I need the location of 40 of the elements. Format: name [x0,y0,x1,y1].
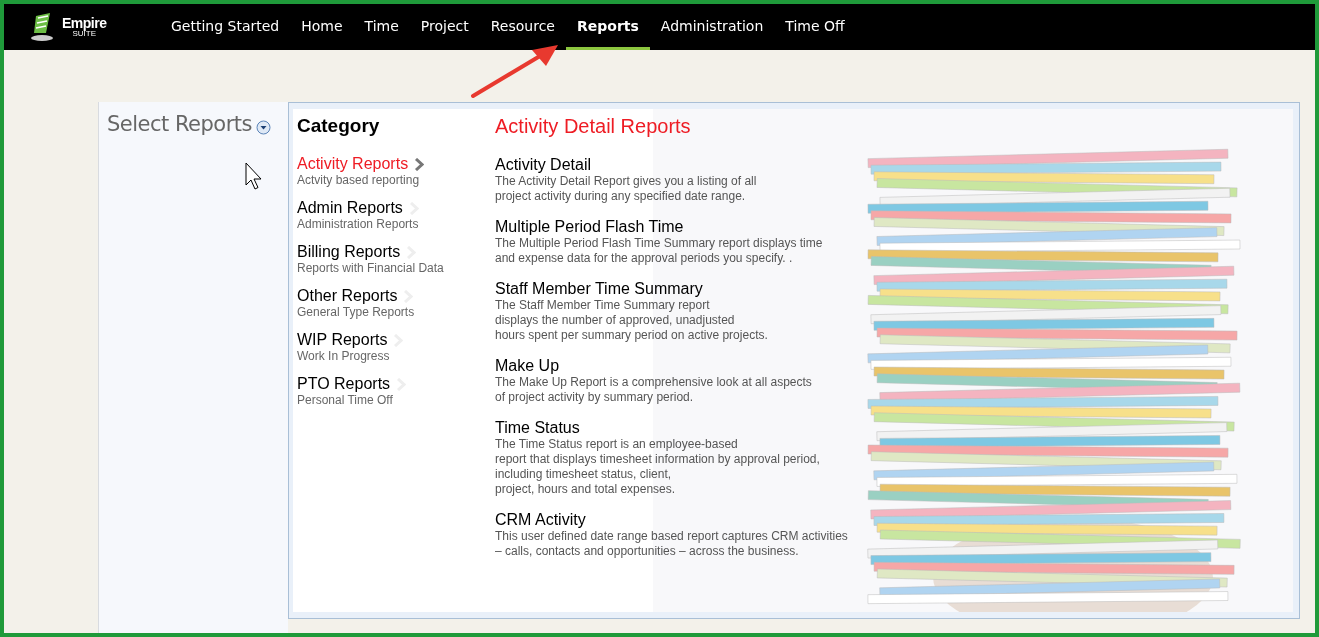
category-link[interactable]: Admin Reports [297,199,403,217]
category-subtitle: General Type Reports [297,305,416,319]
dropdown-icon[interactable] [256,120,271,135]
report-link[interactable]: Staff Member Time Summary [495,280,848,298]
nav-tab[interactable]: Resource [479,4,566,50]
logo-tagline: SUITE [72,30,96,38]
report-description: The Time Status report is an employee-based report that displays timesheet information by approval period, including timesheet status, client, project, hours and total expenses. [495,437,821,497]
category-link[interactable]: Billing Reports [297,243,401,261]
nav-tab[interactable]: Administration [649,4,775,50]
sidebar-title: Select Reports [107,112,252,136]
report-link[interactable]: Make Up [495,357,848,375]
category-subtitle: Work In Progress [297,349,391,363]
report-link[interactable]: CRM Activity [495,511,848,529]
logo-name: Empire [62,16,107,30]
category-link[interactable]: WIP Reports [297,331,388,349]
report-description: This user defined date range based report captures CRM activities – calls, contacts and opportunities – across the business. [495,529,848,559]
category-subtitle: Reports with Financial Data [297,261,445,275]
nav-tab[interactable]: Home [290,4,354,50]
category-subtitle: Administration Reports [297,217,420,231]
category-link[interactable]: Other Reports [297,287,398,305]
category-link[interactable]: Activity Reports [297,155,409,173]
category-link[interactable]: PTO Reports [297,375,391,393]
report-description: The Activity Detail Report gives you a listing of all project activity during any specified date range. [495,174,758,204]
reports-heading: Activity Detail Reports [495,115,692,138]
category-subtitle: Personal Time Off [297,393,394,407]
category-heading: Category [297,115,381,137]
nav-tab[interactable]: Time [353,4,410,50]
chevron-icon [414,157,425,171]
report-description: The Make Up Report is a comprehensive look at all aspects of project activity by summary period. [495,375,813,405]
report-link[interactable]: Activity Detail [495,156,848,174]
report-description: The Multiple Period Flash Time Summary report displays time and expense data for the approval periods you specify. . [495,236,824,266]
nav-tab[interactable]: Getting Started [160,4,291,50]
category-subtitle: Actvity based reporting [297,173,421,187]
nav-tab[interactable]: Project [409,4,480,50]
report-link[interactable]: Multiple Period Flash Time [495,218,848,236]
nav-tab[interactable]: Reports [565,4,650,50]
report-description: The Staff Member Time Summary report displays the number of approved, unadjusted hours spent per summary period on active projects. [495,298,769,343]
nav-tab[interactable]: Time Off [774,4,856,50]
report-link[interactable]: Time Status [495,419,848,437]
mouse-pointer-icon [245,162,263,190]
